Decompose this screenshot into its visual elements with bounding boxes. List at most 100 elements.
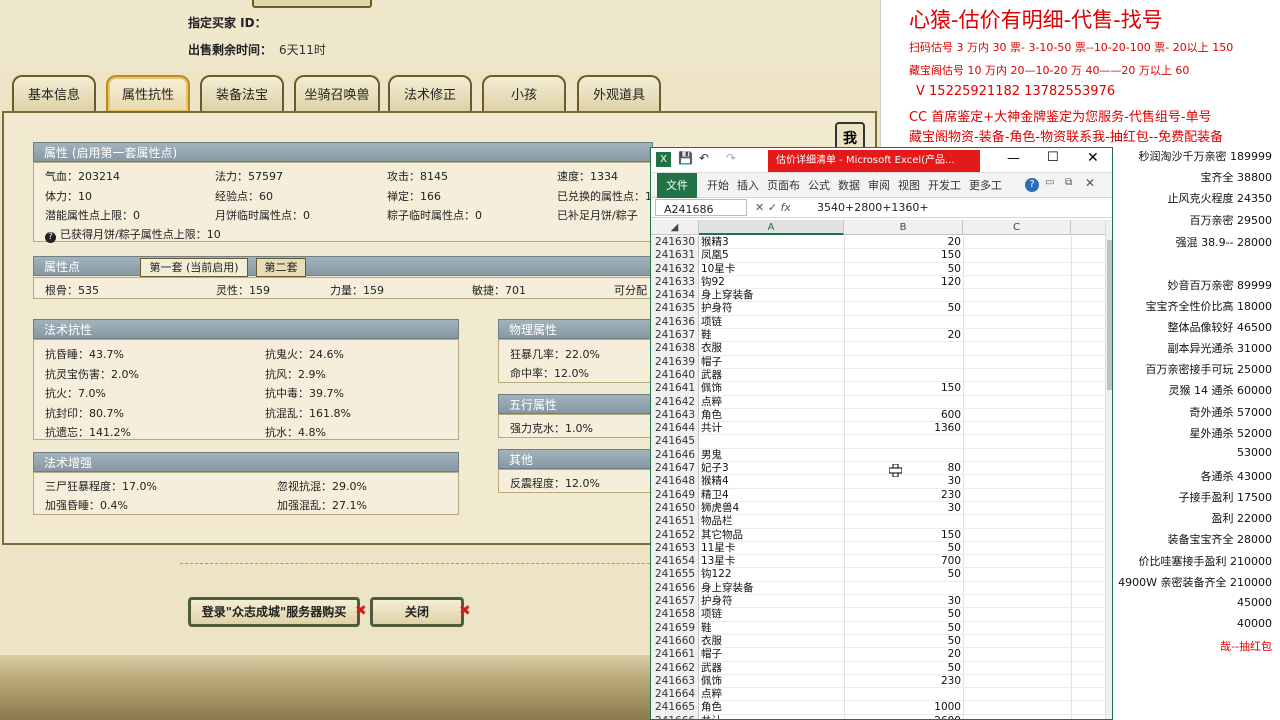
cell-a[interactable]: 鞋 <box>701 329 712 342</box>
row-number[interactable]: 241637 <box>651 329 699 343</box>
login-buy-button[interactable]: 登录"众志成城"服务器购买 <box>188 597 360 627</box>
cell-a[interactable]: 护身符 <box>701 302 733 315</box>
ribbon-tab[interactable]: 视图 <box>898 179 920 192</box>
row-number[interactable]: 241658 <box>651 608 699 622</box>
row-number[interactable]: 241631 <box>651 249 699 263</box>
cell-b[interactable]: 50 <box>844 263 961 276</box>
row-number[interactable]: 241662 <box>651 661 699 675</box>
cell-a[interactable]: 项链 <box>701 608 722 621</box>
tab-5[interactable]: 法术修正 <box>388 75 472 112</box>
cell-b[interactable]: 150 <box>844 249 961 262</box>
ribbon-tab[interactable]: 开发工 <box>928 179 961 192</box>
cell-a[interactable]: 点粹 <box>701 396 722 409</box>
table-row[interactable]: 241666共计 2600 <box>651 714 1105 719</box>
row-number[interactable]: 241657 <box>651 595 699 609</box>
cell-b[interactable]: 50 <box>844 302 961 315</box>
save-icon[interactable]: 💾 <box>678 151 693 165</box>
row-number[interactable]: 241642 <box>651 395 699 409</box>
table-row[interactable]: 241656 身上穿装备 <box>651 581 1105 596</box>
row-number[interactable]: 241664 <box>651 688 699 702</box>
cell-a[interactable]: 10星卡 <box>701 263 735 276</box>
cell-a[interactable]: 男鬼 <box>701 449 722 462</box>
tab-4[interactable]: 坐骑召唤兽 <box>294 75 380 112</box>
table-row[interactable]: 241634 身上穿装备 <box>651 289 1105 303</box>
table-row[interactable]: 241654 13星卡 700 <box>651 555 1105 569</box>
table-row[interactable]: 241631 凤凰5 150 <box>651 249 1105 263</box>
tab-7[interactable]: 外观道具 <box>577 75 661 112</box>
cell-b[interactable]: 150 <box>844 382 961 395</box>
top-button[interactable] <box>252 0 372 8</box>
scroll-thumb[interactable] <box>1107 240 1112 390</box>
formula-input[interactable]: 3540+2800+1360+ <box>817 198 929 217</box>
table-row[interactable]: 241637 鞋 20 <box>651 329 1105 343</box>
table-row[interactable]: 241635 护身符 50 <box>651 302 1105 316</box>
row-number[interactable]: 241659 <box>651 621 699 635</box>
row-number[interactable]: 241652 <box>651 528 699 542</box>
points-tab-1[interactable]: 第一套 (当前启用) <box>140 258 248 277</box>
undo-icon[interactable]: ↶ <box>699 151 709 165</box>
row-number[interactable]: 241640 <box>651 368 699 383</box>
col-a[interactable]: A <box>699 220 844 235</box>
cell-a[interactable]: 妃子3 <box>701 462 729 475</box>
ribbon-tab[interactable]: 数据 <box>838 179 860 192</box>
cell-b[interactable]: 20 <box>844 648 961 661</box>
table-row[interactable]: 241663 佩饰 230 <box>651 674 1105 689</box>
row-number[interactable]: 241636 <box>651 315 699 330</box>
cell-a[interactable]: 衣服 <box>701 635 722 648</box>
cell-a[interactable]: 钩122 <box>701 568 732 581</box>
table-row[interactable]: 241644 共计 1360 <box>651 422 1105 436</box>
table-row[interactable]: 241648 猴精4 30 <box>651 475 1105 489</box>
cell-a[interactable]: 鞋 <box>701 622 712 635</box>
table-row[interactable]: 241632 10星卡 50 <box>651 262 1105 276</box>
ribbon-tab[interactable]: 审阅 <box>868 179 890 192</box>
minimize-icon[interactable]: — <box>1007 151 1020 166</box>
row-number[interactable]: 241645 <box>651 435 699 449</box>
tab-1[interactable]: 基本信息 <box>12 75 96 112</box>
cell-a[interactable]: 钩92 <box>701 276 725 289</box>
vertical-scrollbar[interactable] <box>1105 220 1112 719</box>
ribbon-close-icon[interactable]: ✕ <box>1085 176 1095 190</box>
cell-b[interactable]: 30 <box>844 595 961 608</box>
cell-a[interactable]: 物品栏 <box>701 515 733 528</box>
table-row[interactable]: 241649 精卫4 230 <box>651 488 1105 502</box>
cell-a[interactable]: 帽子 <box>701 648 722 661</box>
table-row[interactable]: 241652 其它物品 150 <box>651 528 1105 542</box>
cell-b[interactable]: 120 <box>844 276 961 289</box>
cell-b[interactable]: 50 <box>844 542 961 555</box>
row-number[interactable]: 241654 <box>651 555 699 569</box>
row-number[interactable]: 241661 <box>651 648 699 662</box>
cell-a[interactable]: 帽子 <box>701 356 722 369</box>
table-row[interactable]: 241630 猴精3 20 <box>651 236 1105 250</box>
cell-a[interactable]: 身上穿装备 <box>701 582 754 595</box>
cell-a[interactable]: 身上穿装备 <box>701 289 754 302</box>
row-number[interactable]: 241656 <box>651 581 699 596</box>
row-number[interactable]: 241641 <box>651 382 699 396</box>
table-row[interactable]: 241641 佩饰 150 <box>651 382 1105 396</box>
table-row[interactable]: 241661 帽子 20 <box>651 648 1105 662</box>
cell-b[interactable]: 1000 <box>844 701 961 714</box>
row-number[interactable]: 241650 <box>651 501 699 516</box>
row-number[interactable]: 241634 <box>651 289 699 303</box>
row-number[interactable]: 241630 <box>651 236 699 250</box>
row-number[interactable]: 241632 <box>651 262 699 276</box>
points-tab-2[interactable]: 第二套 <box>256 258 306 277</box>
row-number[interactable]: 241647 <box>651 462 699 476</box>
name-box[interactable]: A241686 <box>655 199 747 216</box>
row-number[interactable]: 241653 <box>651 541 699 556</box>
row-number[interactable]: 241651 <box>651 515 699 529</box>
file-tab[interactable]: 文件 <box>657 173 697 198</box>
cell-b[interactable]: 30 <box>844 475 961 488</box>
table-row[interactable]: 241657 护身符 30 <box>651 595 1105 609</box>
table-row[interactable]: 241660 衣服 50 <box>651 634 1105 649</box>
cell-a[interactable]: 精卫4 <box>701 489 729 502</box>
cell-b[interactable]: 700 <box>844 555 961 568</box>
row-number[interactable]: 241666 <box>651 714 699 719</box>
row-number[interactable]: 241635 <box>651 302 699 316</box>
cell-b[interactable]: 50 <box>844 568 961 581</box>
ribbon-tab[interactable]: 更多工 <box>969 179 1002 192</box>
ribbon-tab[interactable]: 页面布 <box>767 179 800 192</box>
table-row[interactable]: 241642 点粹 <box>651 395 1105 409</box>
cell-b[interactable]: 230 <box>844 489 961 502</box>
cell-a[interactable]: 角色 <box>701 701 722 714</box>
cell-b[interactable]: 80 <box>844 462 961 475</box>
